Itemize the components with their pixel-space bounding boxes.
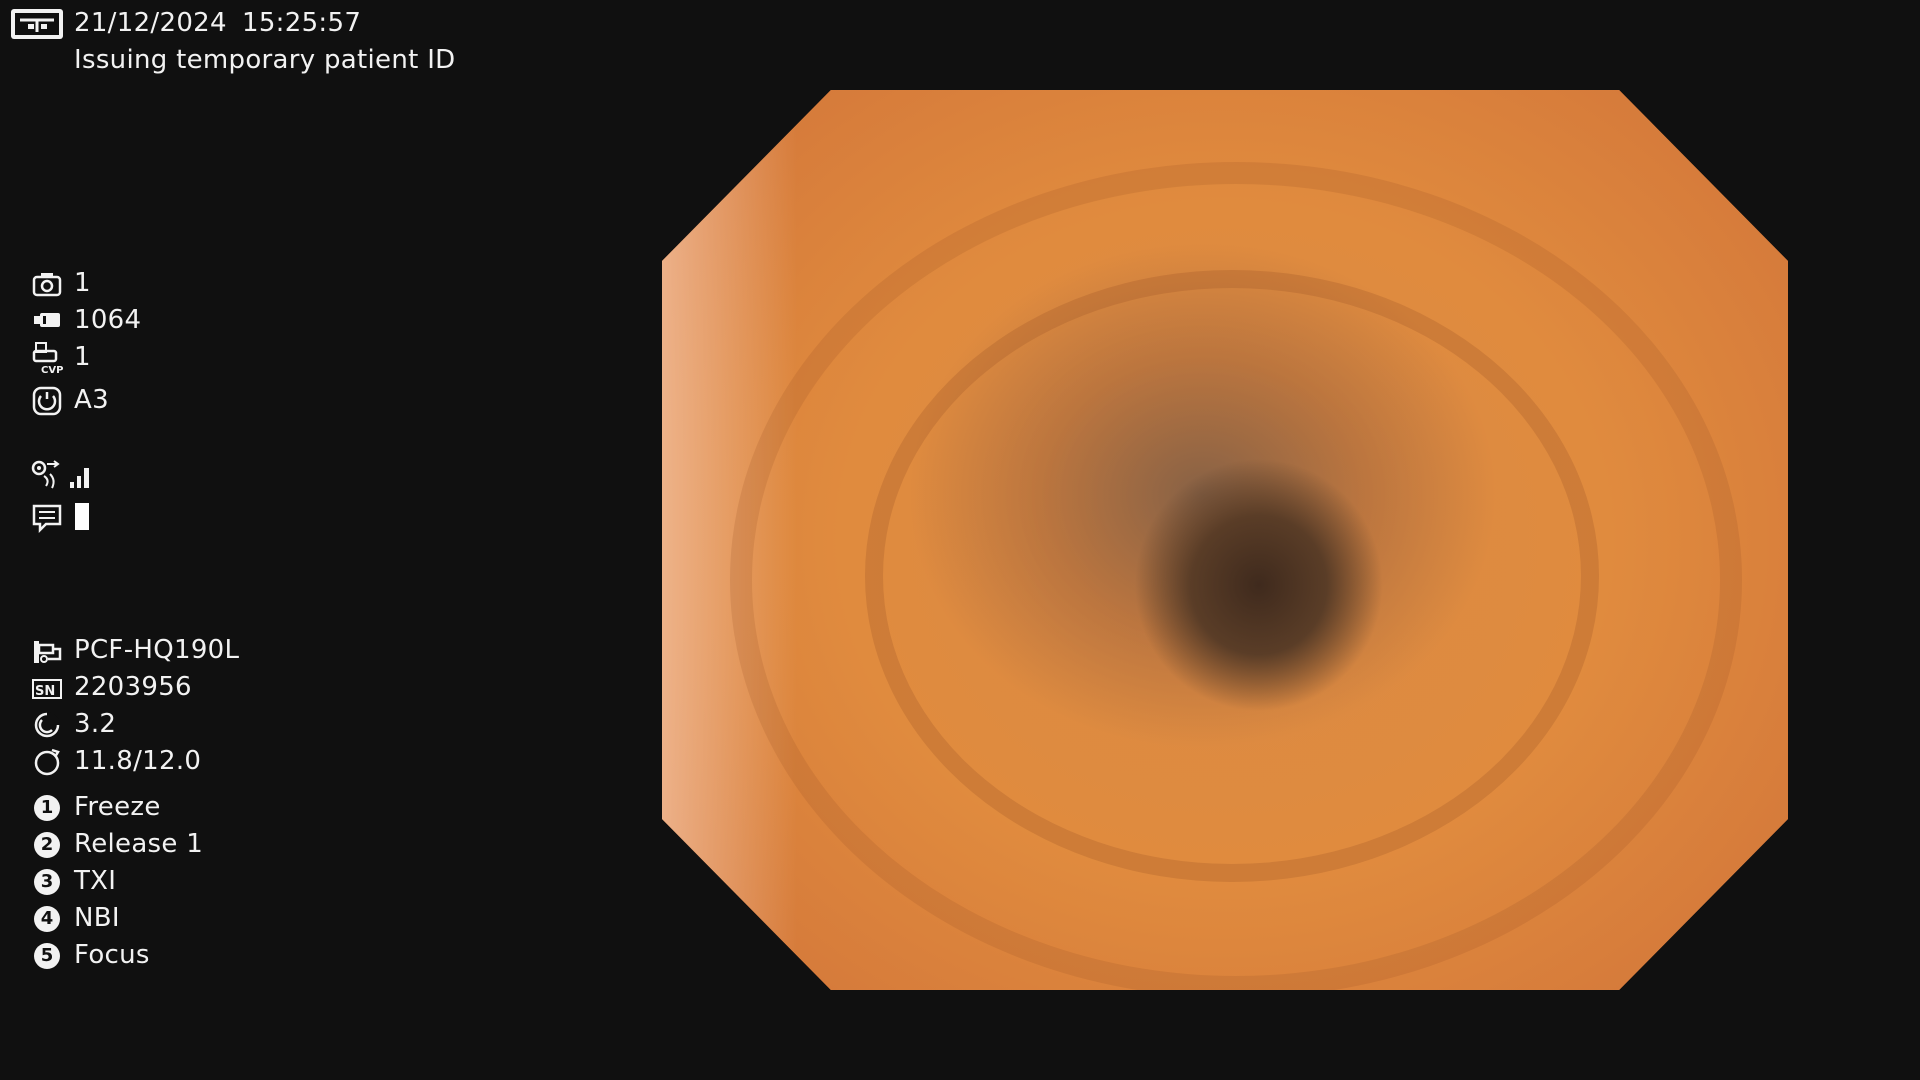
switch-number-1: 1 bbox=[34, 795, 60, 821]
capture-count: 1 bbox=[74, 268, 91, 298]
switch-number-4: 4 bbox=[34, 906, 60, 932]
switch-label-focus: Focus bbox=[74, 940, 150, 970]
serial-number-icon: SN bbox=[32, 674, 62, 704]
patient-id-status: Issuing temporary patient ID bbox=[74, 45, 456, 75]
switch-label-txi: TXI bbox=[74, 866, 117, 896]
image-enhancement-mode: A3 bbox=[74, 385, 109, 415]
switch-label-nbi: NBI bbox=[74, 903, 120, 933]
scope-icon bbox=[32, 637, 62, 667]
serial-number: 2203956 bbox=[74, 672, 192, 702]
switch-label-release: Release 1 bbox=[74, 829, 204, 859]
diameter-value: 11.8/12.0 bbox=[74, 746, 202, 776]
airflow-signal-icon bbox=[30, 458, 94, 492]
monitor-icon bbox=[10, 8, 64, 40]
mucosal-fold bbox=[729, 162, 1742, 990]
diameter-icon bbox=[32, 747, 62, 777]
cvp-print-count: 1 bbox=[74, 342, 91, 372]
switch-number-2: 2 bbox=[34, 832, 60, 858]
endoscopic-image bbox=[662, 90, 1788, 990]
camera-icon bbox=[32, 269, 62, 299]
bending-value: 3.2 bbox=[74, 709, 117, 739]
printer-cvp-icon: CVP bbox=[32, 341, 64, 375]
comment-icon bbox=[32, 503, 62, 533]
media-card-icon bbox=[32, 305, 62, 335]
comment-input-cursor bbox=[75, 503, 89, 530]
time-display: 15:25:57 bbox=[242, 8, 362, 38]
svg-text:SN: SN bbox=[35, 684, 55, 699]
switch-number-3: 3 bbox=[34, 869, 60, 895]
bending-icon bbox=[32, 710, 62, 740]
switch-number-5: 5 bbox=[34, 943, 60, 969]
enhancement-icon bbox=[32, 386, 62, 416]
svg-text:CVP: CVP bbox=[41, 365, 63, 375]
scope-model: PCF-HQ190L bbox=[74, 635, 240, 665]
switch-label-freeze: Freeze bbox=[74, 792, 161, 822]
media-remaining: 1064 bbox=[74, 305, 142, 335]
date-display: 21/12/2024 bbox=[74, 8, 227, 38]
